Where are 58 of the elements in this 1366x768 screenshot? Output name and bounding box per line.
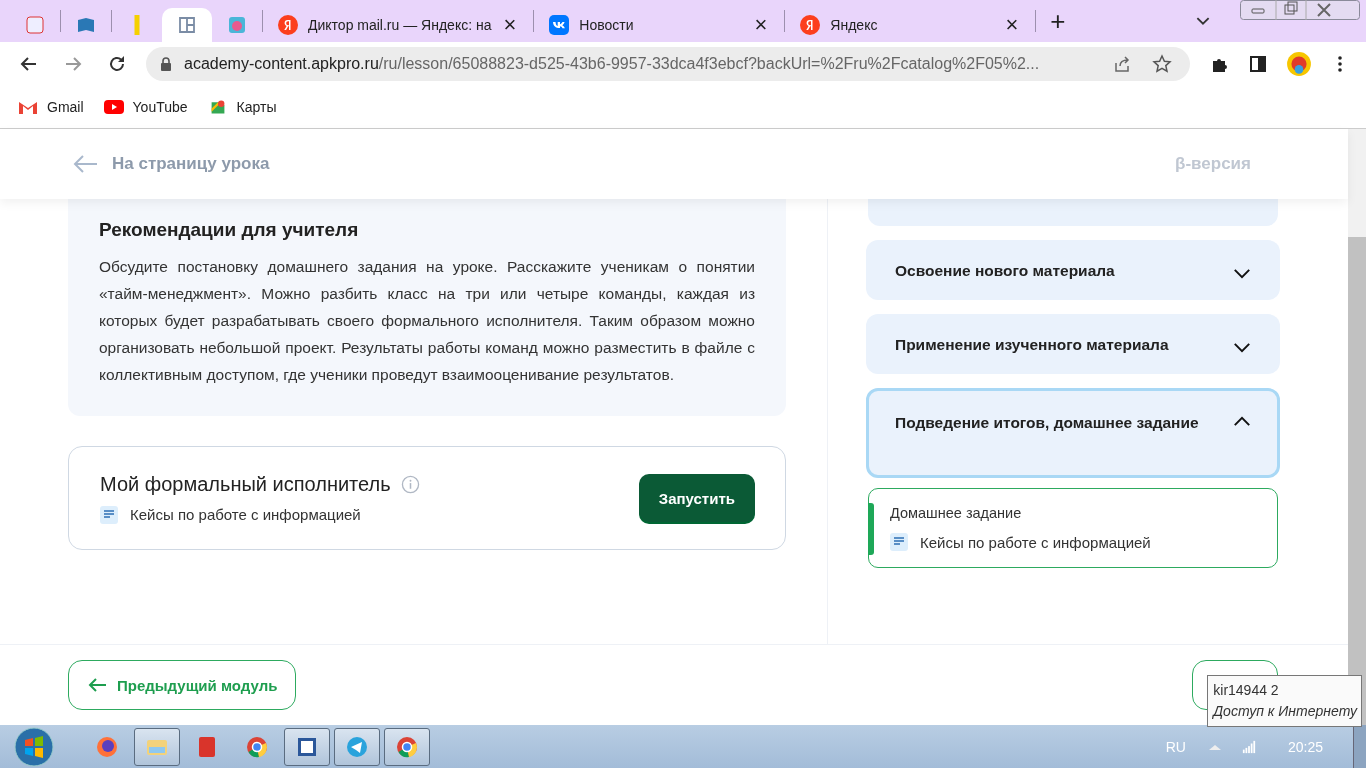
vk-icon — [549, 15, 570, 35]
document-icon — [890, 533, 908, 551]
tab-title: Яндекс — [830, 17, 879, 33]
stage-accordion[interactable]: Подведение итогов, домашнее задание — [866, 388, 1280, 478]
chevron-down-icon — [1233, 268, 1251, 279]
yandex-icon — [800, 15, 821, 35]
browser-tab[interactable] — [162, 8, 212, 42]
executor-title: Мой формальный исполнитель — [100, 472, 391, 496]
close-tab-button[interactable]: × — [1003, 14, 1021, 36]
chrome-icon — [395, 734, 419, 759]
gmail-icon — [18, 99, 38, 115]
show-desktop-button[interactable] — [1353, 725, 1366, 768]
bookmark-item[interactable]: YouTube — [103, 99, 188, 115]
stage-accordion[interactable]: Освоение нового материала — [866, 240, 1280, 300]
document-icon — [100, 505, 118, 524]
tooltip-title: kir14944 2 — [1213, 681, 1280, 700]
youtube-icon — [103, 99, 124, 115]
tooltip-status: Доступ к Интернету — [1213, 702, 1357, 721]
close-tab-button[interactable]: × — [501, 14, 519, 36]
site-icon — [25, 15, 45, 35]
address-bar[interactable]: academy-content.apkpro.ru/ru/lesson/65088823-d525-43b6-9957-33dca4f3ebcf?backUrl=%2Fru%2Fcatalog%2F05%2... — [146, 47, 1190, 81]
tab-title: Диктор mail.ru — Яндекс: на — [308, 17, 492, 33]
browser-tab[interactable]: Новости × — [534, 8, 785, 42]
chevron-down-icon — [1233, 342, 1251, 353]
beta-label: β-версия — [1175, 154, 1251, 174]
telegram-icon — [345, 734, 369, 759]
bookmark-item[interactable]: Карты — [207, 99, 277, 115]
taskbar-app[interactable] — [134, 727, 180, 766]
browser-tab[interactable]: Диктор mail.ru — Яндекс: на × — [263, 8, 534, 42]
chevron-down-icon[interactable] — [1196, 16, 1210, 26]
browser-tab[interactable]: Яндекс × — [785, 8, 1036, 42]
info-icon[interactable] — [400, 474, 420, 494]
file-title: Кейсы по работе с информацией — [130, 506, 361, 523]
taskbar-app[interactable] — [384, 727, 430, 766]
layout-icon — [177, 15, 197, 35]
close-tab-button[interactable]: × — [752, 14, 770, 36]
chrome-icon — [245, 734, 269, 759]
taskbar-app[interactable] — [284, 727, 330, 766]
section-title: Домашнее задание — [890, 505, 1023, 521]
chevron-up-icon — [1233, 416, 1251, 427]
run-button[interactable]: Запустить — [638, 474, 755, 522]
taskbar-app[interactable] — [334, 727, 380, 766]
yandex-icon — [278, 15, 298, 35]
site-icon — [227, 15, 247, 35]
site-icon — [76, 15, 96, 35]
window-controls[interactable] — [1240, 0, 1360, 20]
arrow-left-icon — [87, 677, 107, 693]
firefox-icon — [95, 734, 119, 759]
tab-title: Новости — [579, 17, 635, 33]
bookmark-item[interactable]: Gmail — [18, 99, 84, 115]
recommendation-text: Обсудите постановку домашнего задания на уроке. Расскажите ученикам о понятии «тайм-менеджмент». Можно разбить класс на три или четыре команды, каждая из которых будет разрабатывать своего формального исполнителя. Таким образом можно организовать небольшой проект. Результаты работы команд можно разместить в файле с коллективным доступом, где ученики проведут взаимооценивание результатов. — [99, 257, 755, 385]
start-button[interactable] — [14, 726, 54, 767]
stage-accordion[interactable]: Применение изученного материала — [866, 314, 1280, 374]
file-link[interactable]: Кейсы по работе с информацией — [890, 533, 1257, 551]
recommendation-title: Рекомендации для учителя — [99, 219, 360, 241]
new-tab-button[interactable]: + — [1036, 8, 1080, 34]
lock-icon — [160, 57, 172, 71]
arrow-left-icon — [72, 154, 98, 174]
